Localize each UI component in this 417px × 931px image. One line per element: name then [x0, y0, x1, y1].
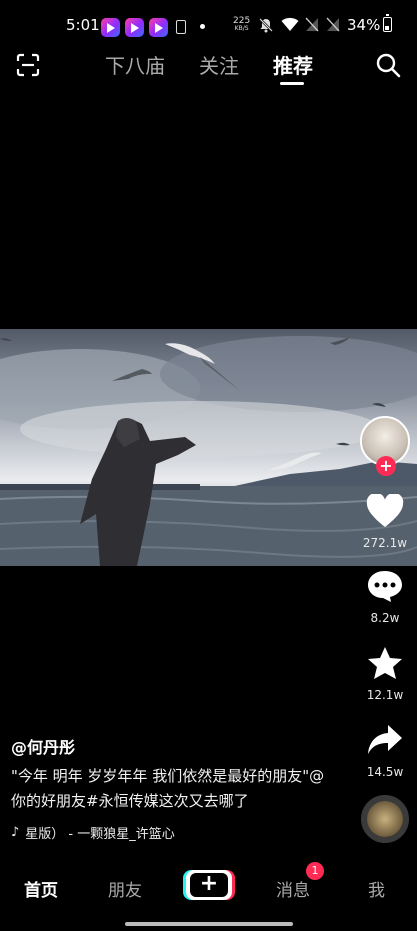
heart-icon: [366, 492, 404, 527]
search-icon[interactable]: [375, 52, 401, 78]
like-button[interactable]: 272.1w: [360, 492, 410, 550]
favorite-count: 12.1w: [366, 688, 404, 702]
music-disc[interactable]: [361, 795, 409, 843]
video-app-icon: [101, 18, 120, 37]
wifi-icon: [281, 17, 299, 31]
follow-button[interactable]: +: [376, 456, 396, 476]
video-caption: "今年 明年 岁岁年年 我们依然是最好的朋友"@你的好朋友#永恒传媒这次又去哪了: [11, 767, 325, 810]
home-indicator: [125, 922, 293, 926]
music-title: 星版） - 一颗狼星_许篮心: [25, 827, 175, 842]
mute-bell-icon: [259, 18, 273, 33]
music-note-icon: ♪: [11, 825, 20, 840]
nav-messages[interactable]: 消息: [276, 876, 310, 901]
create-button[interactable]: +: [186, 870, 232, 900]
video-player[interactable]: [0, 329, 417, 566]
like-count: 272.1w: [362, 536, 408, 550]
more-notifications-dot: [200, 24, 205, 29]
status-time: 5:01: [66, 16, 100, 34]
scan-icon[interactable]: [16, 53, 40, 77]
plus-icon: +: [199, 871, 219, 896]
comment-button[interactable]: 8.2w: [360, 569, 410, 625]
nav-me[interactable]: 我: [368, 876, 385, 901]
tab-recommended[interactable]: 推荐: [273, 50, 313, 85]
network-speed: 225 KB/S: [233, 16, 251, 33]
tab-local[interactable]: 下八庙: [105, 50, 165, 79]
status-bar: 5:01 225 KB/S 34%: [0, 0, 417, 40]
battery-icon: [383, 14, 392, 32]
star-icon: [368, 647, 402, 679]
favorite-button[interactable]: 12.1w: [360, 646, 410, 702]
battery-percent: 34%: [347, 16, 381, 34]
message-badge: 1: [306, 862, 324, 880]
comment-count: 8.2w: [370, 611, 400, 625]
video-app-icon: [149, 18, 168, 37]
nav-friends[interactable]: 朋友: [108, 876, 142, 901]
video-frame: [0, 336, 417, 566]
notification-icons: [101, 18, 168, 37]
nav-home[interactable]: 首页: [24, 876, 58, 901]
music-info[interactable]: ♪ 星版） - 一颗狼星_许篮心: [11, 823, 175, 842]
share-button[interactable]: 14.5w: [360, 723, 410, 779]
share-arrow-icon: [368, 725, 402, 754]
share-count: 14.5w: [366, 765, 404, 779]
bottom-nav: 首页 朋友 + 消息 1 我: [0, 862, 417, 910]
feed-tabs: 下八庙 关注 推荐: [105, 50, 347, 85]
author-name[interactable]: @何丹彤: [11, 734, 75, 758]
comment-icon: [368, 571, 402, 602]
signal-icon: [305, 17, 319, 32]
signal-icon: [326, 17, 340, 32]
phone-notification-icon: [176, 20, 186, 34]
tab-following[interactable]: 关注: [199, 50, 239, 79]
video-app-icon: [125, 18, 144, 37]
